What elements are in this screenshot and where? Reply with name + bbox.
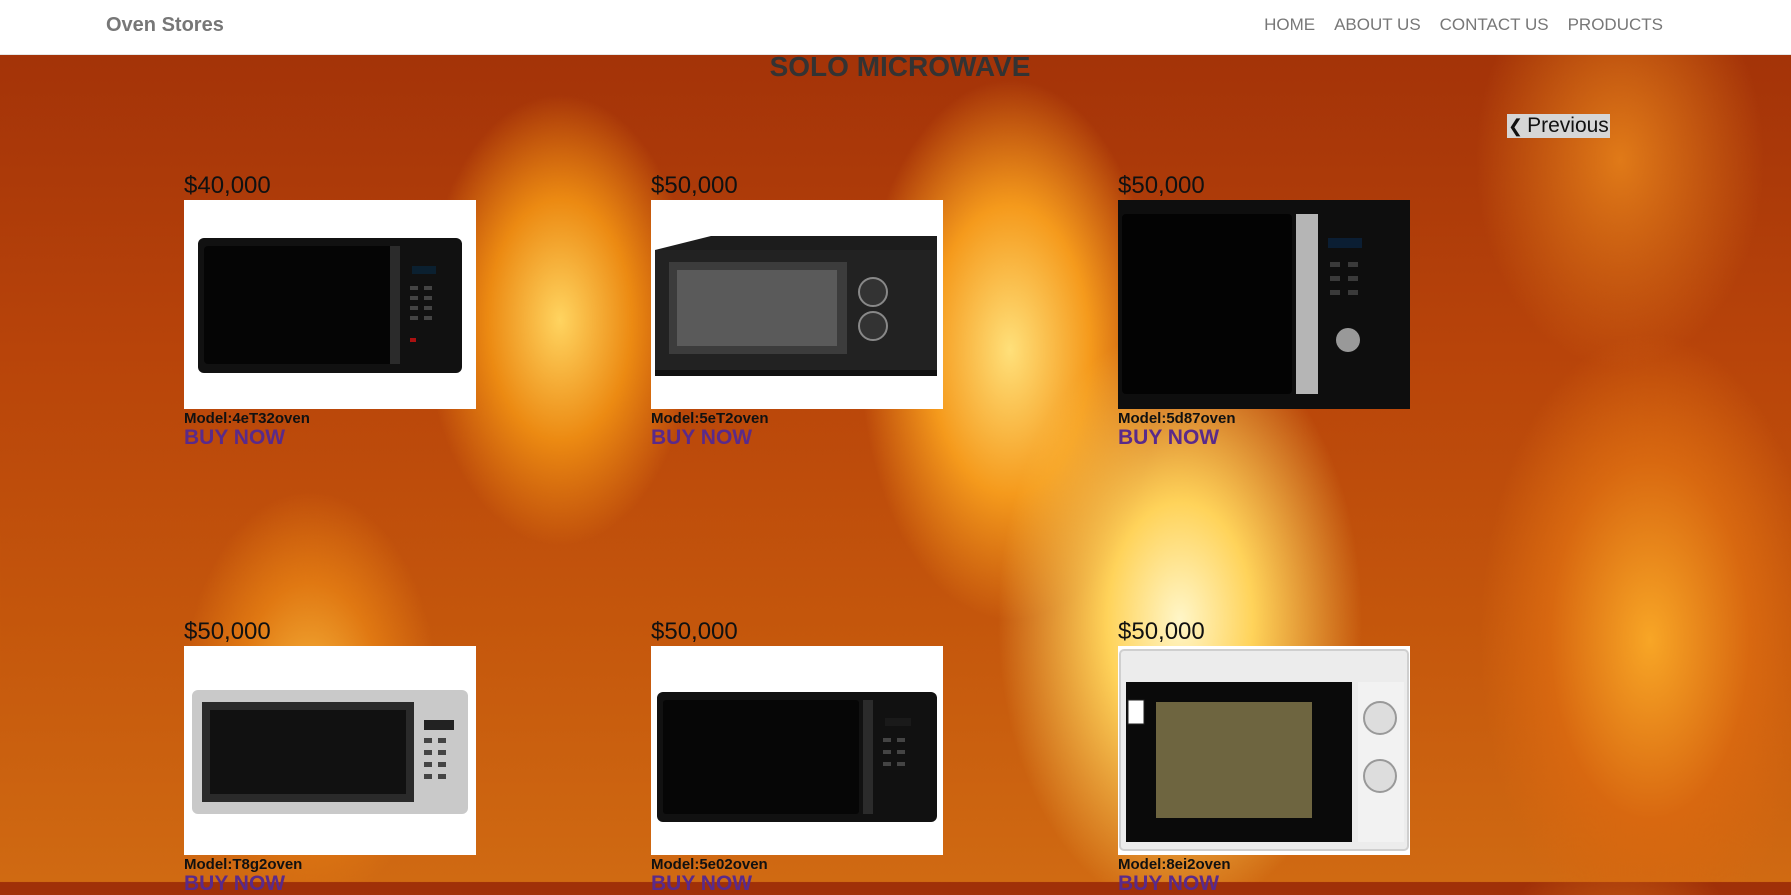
buy-now-link[interactable]: BUY NOW xyxy=(184,873,476,895)
product-price: $50,000 xyxy=(1118,172,1205,199)
buy-now-link[interactable]: BUY NOW xyxy=(1118,873,1410,895)
product-model: Model:4eT32oven xyxy=(184,410,310,427)
white-microwave-icon[interactable] xyxy=(1118,646,1410,855)
product-model: Model:5eT2oven xyxy=(651,410,769,427)
nav-about-link[interactable]: ABOUT US xyxy=(1334,15,1421,35)
nav-contact-link[interactable]: CONTACT US xyxy=(1440,15,1549,35)
nav-products-link[interactable]: PRODUCTS xyxy=(1568,15,1663,35)
product-model: Model:5e02oven xyxy=(651,856,768,873)
product-price: $50,000 xyxy=(184,618,271,645)
product-card: $50,000 Model:5d87oven BUY NOW xyxy=(1118,172,1410,449)
buy-now-link[interactable]: BUY NOW xyxy=(184,427,476,449)
product-card: $50,000 Model:T8g2oven BUY NOW xyxy=(184,618,476,895)
nav-links: HOME ABOUT US CONTACT US PRODUCTS xyxy=(1264,15,1663,35)
page-title: SOLO MICROWAVE xyxy=(769,51,1031,82)
black-microwave-icon[interactable] xyxy=(651,646,943,855)
brand-logo[interactable]: Oven Stores xyxy=(106,14,224,37)
product-card: $50,000 Model:5e02oven BUY NOW xyxy=(651,618,943,895)
previous-label: Previous xyxy=(1527,114,1609,137)
product-model: Model:T8g2oven xyxy=(184,856,303,873)
navbar: Oven Stores HOME ABOUT US CONTACT US PRO… xyxy=(0,0,1791,55)
product-price: $50,000 xyxy=(651,172,738,199)
product-card: $50,000 Model:8ei2oven BUY NOW xyxy=(1118,618,1410,895)
product-model: Model:8ei2oven xyxy=(1118,856,1231,873)
product-card: $50,000 Model:5eT2oven BUY NOW xyxy=(651,172,943,449)
product-card: $40,000 Model:4eT32oven BUY NOW xyxy=(184,172,476,449)
black-silver-microwave-icon[interactable] xyxy=(1118,200,1410,409)
nav-home-link[interactable]: HOME xyxy=(1264,15,1315,35)
black-dial-microwave-icon[interactable] xyxy=(651,200,943,409)
buy-now-link[interactable]: BUY NOW xyxy=(651,873,943,895)
chevron-left-icon: ❮ xyxy=(1508,116,1524,136)
buy-now-link[interactable]: BUY NOW xyxy=(651,427,943,449)
black-microwave-icon[interactable] xyxy=(184,200,476,409)
product-price: $50,000 xyxy=(1118,618,1205,645)
product-model: Model:5d87oven xyxy=(1118,410,1236,427)
product-price: $40,000 xyxy=(184,172,271,199)
previous-button[interactable]: ❮ Previous xyxy=(1507,114,1610,138)
product-price: $50,000 xyxy=(651,618,738,645)
silver-microwave-icon[interactable] xyxy=(184,646,476,855)
buy-now-link[interactable]: BUY NOW xyxy=(1118,427,1410,449)
